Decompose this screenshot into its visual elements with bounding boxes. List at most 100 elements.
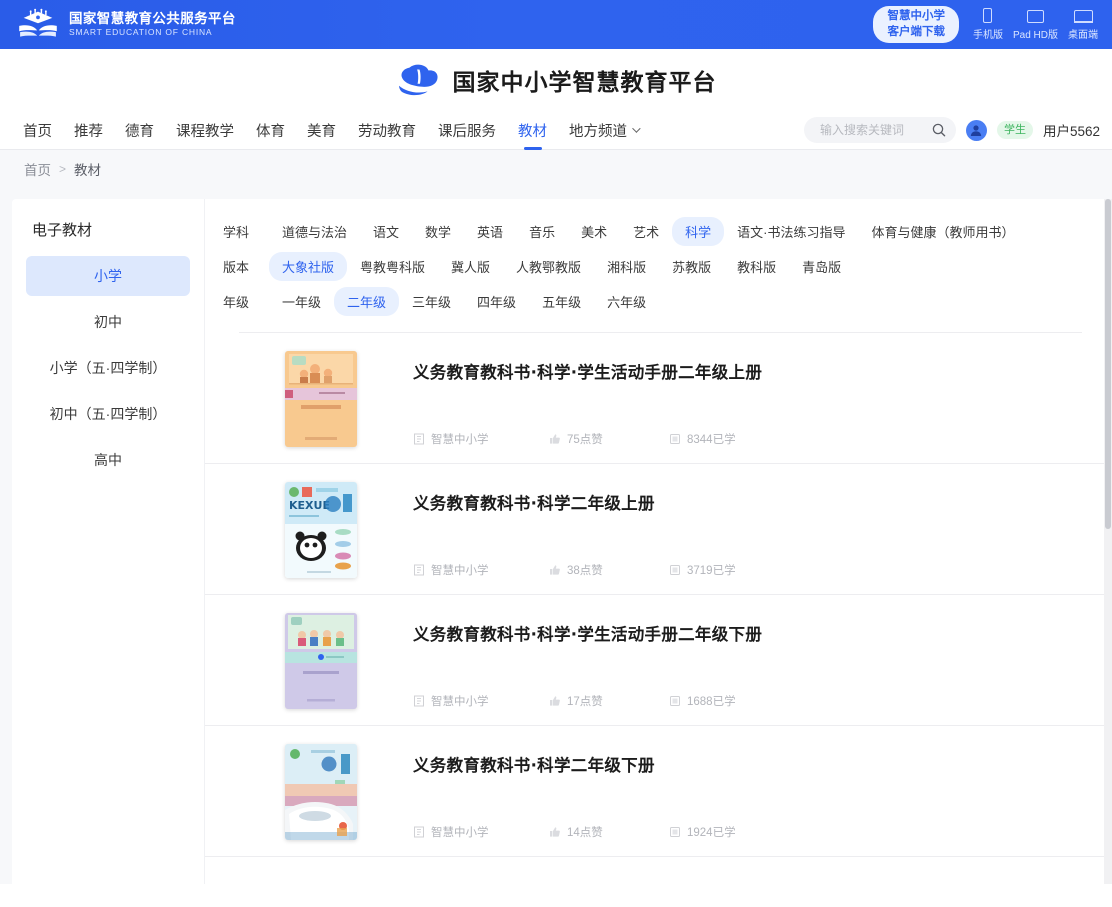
platform-link-pad[interactable]: Pad HD版 [1013,10,1058,41]
nav-item-local-channel[interactable]: 地方频道 [558,111,649,149]
chip-subject-calligraphy[interactable]: 语文·书法练习指导 [724,217,858,246]
book-meta: 智慧中小学 38点赞 3719已学 [413,562,1082,578]
book-studied-label: 3719已学 [687,565,736,577]
filter-row-grade: 年级 一年级 二年级 三年级 四年级 五年级 六年级 [205,287,1112,316]
chip-grade-3[interactable]: 三年级 [399,287,464,316]
nav-item-arts[interactable]: 美育 [296,111,347,149]
chip-version-jiaoke[interactable]: 教科版 [724,252,789,281]
client-download-button[interactable]: 智慧中小学 客户端下载 [873,5,959,44]
chip-version-daxiang[interactable]: 大象社版 [269,252,348,281]
page-title: 国家中小学智慧教育平台 [452,70,717,96]
search-input[interactable] [817,122,926,138]
chip-version-qingdao[interactable]: 青岛版 [789,252,854,281]
nav-item-moral-education[interactable]: 德育 [114,111,165,149]
chip-version-jiren[interactable]: 冀人版 [438,252,503,281]
user-avatar[interactable] [965,119,987,141]
smart-education-logo-icon [19,8,57,37]
book-studied: 3719已学 [669,562,736,578]
nav-item-after-school[interactable]: 课后服务 [427,111,507,149]
sidebar-label-junior: 初中 [94,314,122,330]
breadcrumb-home[interactable]: 首页 [24,159,51,179]
book-publisher: 智慧中小学 [413,431,549,447]
book-likes-label: 17点赞 [567,696,603,708]
nav-item-curriculum[interactable]: 课程教学 [165,111,245,149]
book-cover-thumbnail[interactable] [285,351,357,447]
sidebar-item-junior[interactable]: 初中 [26,302,190,342]
sidebar-item-junior-54[interactable]: 初中（五·四学制） [26,394,190,434]
book-title[interactable]: 义务教育教科书·科学·学生活动手册二年级下册 [413,621,1082,645]
chip-subject-pe-health[interactable]: 体育与健康（教师用书） [858,217,1027,246]
nav-right-group: 学生 用户5562 [803,117,1100,143]
platform-label-mobile: 手机版 [972,30,1003,41]
search-button[interactable] [926,117,952,143]
list-item[interactable]: 义务教育教科书·科学二年级下册 智慧中小学 14点赞 1924已学 [205,726,1112,857]
nav-label-textbooks: 教材 [518,123,547,140]
book-meta: 智慧中小学 17点赞 1688已学 [413,693,1082,709]
platform-links: 手机版 Pad HD版 桌面端 [973,8,1098,41]
book-likes: 75点赞 [549,431,669,447]
book-title[interactable]: 义务教育教科书·科学二年级下册 [413,752,1082,776]
svg-text:KEXUE: KEXUE [289,499,330,512]
study-count-icon [670,827,680,837]
book-likes-label: 38点赞 [567,565,603,577]
page-scrollbar[interactable] [1104,199,1112,884]
phone-icon [983,8,993,23]
chip-grade-2[interactable]: 二年级 [334,287,400,316]
chip-subject-science[interactable]: 科学 [672,217,725,246]
nav-label-moral-education: 德育 [125,123,154,140]
nav-item-labor-education[interactable]: 劳动教育 [347,111,427,149]
chip-version-yuejiao[interactable]: 粤教粤科版 [347,252,438,281]
platform-link-desktop[interactable]: 桌面端 [1068,10,1098,41]
chip-grade-6[interactable]: 六年级 [594,287,659,316]
search-icon [932,123,946,137]
cloud-logo-icon [398,64,438,96]
nav-item-textbooks[interactable]: 教材 [507,111,558,149]
chip-version-sujiao[interactable]: 苏教版 [659,252,724,281]
page-body: 电子教材 小学 初中 小学（五·四学制） 初中（五·四学制） 高中 学科 道德与… [0,187,1112,884]
book-studied: 1924已学 [669,824,736,840]
book-info: 义务教育教科书·科学二年级下册 智慧中小学 14点赞 1924已学 [357,744,1082,840]
book-likes-label: 14点赞 [567,827,603,839]
book-title[interactable]: 义务教育教科书·科学·学生活动手册二年级上册 [413,359,1082,383]
nav-item-sports[interactable]: 体育 [245,111,296,149]
chip-grade-5[interactable]: 五年级 [529,287,594,316]
chip-version-xiangke[interactable]: 湘科版 [594,252,659,281]
brand-title-en: SMART EDUCATION OF CHINA [69,27,213,38]
chip-subject-math[interactable]: 数学 [412,217,464,246]
list-item[interactable]: KEXUE 义务教育教科书·科学二年级上册 智慧中小学 38点赞 3719已学 [205,464,1112,595]
username-label[interactable]: 用户5562 [1043,120,1100,140]
nav-item-recommend[interactable]: 推荐 [63,111,114,149]
chip-subject-music[interactable]: 音乐 [516,217,568,246]
sidebar-item-primary-54[interactable]: 小学（五·四学制） [26,348,190,388]
client-download-line1: 智慧中小学 [887,9,945,22]
site-logo-row: 国家中小学智慧教育平台 [0,49,1112,111]
chip-subject-english[interactable]: 英语 [464,217,516,246]
book-cover-thumbnail[interactable]: KEXUE [285,482,357,578]
chip-subject-chinese[interactable]: 语文 [360,217,412,246]
list-item[interactable]: 义务教育教科书·科学·学生活动手册二年级下册 智慧中小学 17点赞 1688已学 [205,595,1112,726]
sidebar-item-primary[interactable]: 小学 [26,256,190,296]
platform-brand[interactable]: 国家智慧教育公共服务平台 SMART EDUCATION OF CHINA [16,8,236,42]
platform-label-pad: Pad HD版 [1012,30,1058,41]
book-title[interactable]: 义务教育教科书·科学二年级上册 [413,490,1082,514]
book-info: 义务教育教科书·科学二年级上册 智慧中小学 38点赞 3719已学 [357,482,1082,578]
chip-grade-4[interactable]: 四年级 [464,287,529,316]
chip-subject-morality[interactable]: 道德与法治 [269,217,360,246]
book-cover-thumbnail[interactable] [285,744,357,840]
search-container[interactable] [803,117,956,143]
platform-link-mobile[interactable]: 手机版 [973,8,1003,41]
chip-version-renjiaoejiao[interactable]: 人教鄂教版 [503,252,594,281]
sidebar-label-junior-54: 初中（五·四学制） [49,406,167,422]
book-cover-thumbnail[interactable] [285,613,357,709]
list-item[interactable]: 义务教育教科书·科学·学生活动手册二年级上册 智慧中小学 75点赞 8344已学 [205,333,1112,464]
nav-item-home[interactable]: 首页 [12,111,63,149]
chip-grade-1[interactable]: 一年级 [269,287,334,316]
sidebar-label-primary: 小学 [94,268,122,284]
chip-subject-fine-arts[interactable]: 美术 [568,217,620,246]
book-meta: 智慧中小学 14点赞 1924已学 [413,824,1082,840]
sidebar-label-primary-54: 小学（五·四学制） [49,360,167,376]
page-scrollbar-thumb[interactable] [1105,199,1111,529]
content-panel: 学科 道德与法治 语文 数学 英语 音乐 美术 艺术 科学 语文·书法练习指导 … [204,199,1112,884]
chip-subject-art[interactable]: 艺术 [620,217,672,246]
sidebar-item-senior[interactable]: 高中 [26,440,190,480]
